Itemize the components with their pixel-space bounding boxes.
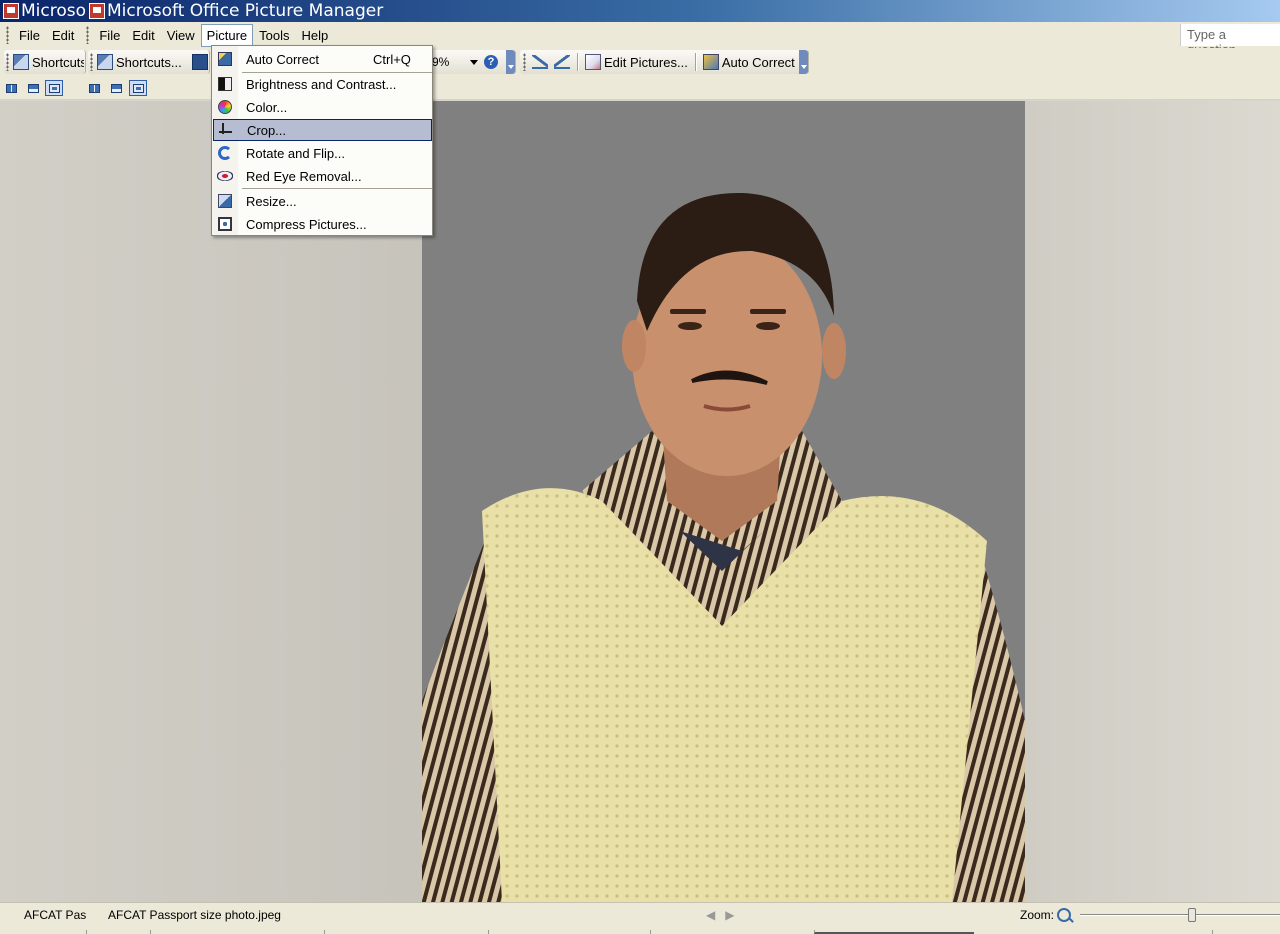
zoom-label: Zoom: xyxy=(1020,908,1055,922)
shortcuts-icon xyxy=(13,54,29,70)
picture-navigation: ◀▶ xyxy=(706,908,744,922)
shortcuts-label: Shortcuts xyxy=(32,54,84,70)
filmstrip-view-icon[interactable] xyxy=(24,80,42,96)
toolbar-grip[interactable] xyxy=(523,53,526,71)
title-bar: Microso Microsoft Office Picture Manager xyxy=(0,0,1280,22)
menubar-grip[interactable] xyxy=(86,26,90,44)
menu-item-label: Color... xyxy=(246,99,288,115)
menu-edit[interactable]: Edit xyxy=(46,24,80,47)
resize-icon xyxy=(218,194,232,208)
picture-manager-icon xyxy=(3,3,19,19)
toolbar-grip[interactable] xyxy=(6,53,9,71)
toolbar-grip[interactable] xyxy=(90,53,93,71)
rotate-left-icon[interactable] xyxy=(532,55,548,69)
menu-item-brightness-contrast[interactable]: Brightness and Contrast... xyxy=(213,73,432,95)
edit-pictures-label: Edit Pictures... xyxy=(604,54,688,70)
shortcuts-button[interactable]: Shortcuts... xyxy=(97,51,186,73)
menu-item-label: Auto Correct xyxy=(246,51,319,67)
toolbar-separator xyxy=(694,53,696,71)
menu-item-label: Compress Pictures... xyxy=(246,216,367,232)
menu-separator xyxy=(242,188,432,189)
edit-toolbar: Edit Pictures... Auto Correct xyxy=(520,50,809,74)
menu-item-label: Resize... xyxy=(246,193,297,209)
toolbar: Shortcuts Shortcuts... 9% ? Edit Picture… xyxy=(0,48,1280,76)
help-search-input[interactable]: Type a question xyxy=(1180,24,1280,57)
filmstrip-view-icon[interactable] xyxy=(107,80,125,96)
menu-picture[interactable]: Picture xyxy=(200,23,254,47)
menu-item-auto-correct[interactable]: Auto Correct Ctrl+Q xyxy=(213,48,432,70)
crop-icon xyxy=(219,123,233,137)
menu-file[interactable]: File xyxy=(93,24,126,47)
help-icon[interactable]: ? xyxy=(484,55,498,69)
menu-bar: File Edit File Edit View Picture Tools H… xyxy=(0,22,1280,57)
menu-item-label: Rotate and Flip... xyxy=(246,145,345,161)
photo-preview[interactable] xyxy=(422,101,1025,902)
color-icon xyxy=(218,100,232,114)
thumbnail-view-icon[interactable] xyxy=(85,80,103,96)
menu-item-rotate-flip[interactable]: Rotate and Flip... xyxy=(213,142,432,164)
edit-pictures-button[interactable]: Edit Pictures... xyxy=(581,51,692,73)
shortcuts-icon xyxy=(97,54,113,70)
zoom-dropdown-arrow[interactable] xyxy=(470,59,478,65)
menu-help[interactable]: Help xyxy=(296,24,335,47)
standard-toolbar: Shortcuts... xyxy=(88,50,210,74)
shortcuts-toolbar-a: Shortcuts xyxy=(4,50,86,74)
picture-canvas xyxy=(0,101,1280,902)
menu-item-label: Red Eye Removal... xyxy=(246,168,362,184)
shortcuts-button[interactable]: Shortcuts xyxy=(13,51,88,73)
menu-item-resize[interactable]: Resize... xyxy=(213,190,432,212)
menu-item-red-eye-removal[interactable]: Red Eye Removal... xyxy=(213,165,432,187)
toolbar-options-chevron[interactable] xyxy=(506,50,515,74)
view-mode-strip xyxy=(0,76,1280,100)
zoom-value[interactable]: 9% xyxy=(430,55,464,69)
shortcuts-label: Shortcuts... xyxy=(116,54,182,70)
menu-item-color[interactable]: Color... xyxy=(213,96,432,118)
auto-correct-button[interactable]: Auto Correct xyxy=(699,51,799,73)
zoom-slider-thumb[interactable] xyxy=(1188,908,1196,922)
toolbar-options-chevron[interactable] xyxy=(799,50,808,74)
next-picture-icon[interactable]: ▶ xyxy=(725,908,744,922)
menu-item-compress-pictures[interactable]: Compress Pictures... xyxy=(213,213,432,235)
portrait-photo xyxy=(422,101,1025,902)
brightness-icon xyxy=(218,77,232,91)
toolbar-separator xyxy=(577,53,578,71)
zoom-out-icon[interactable] xyxy=(1057,908,1071,922)
thumbnail-view-icon[interactable] xyxy=(2,80,20,96)
rotate-right-icon[interactable] xyxy=(554,55,570,69)
menubar-grip[interactable] xyxy=(6,26,9,44)
zoom-slider-track[interactable] xyxy=(1080,914,1280,916)
menu-edit[interactable]: Edit xyxy=(126,24,160,47)
status-bar: AFCAT Passport size photo.jpeg AFCAT Pas… xyxy=(0,902,1280,928)
menu-item-label: Brightness and Contrast... xyxy=(246,76,397,92)
auto-correct-icon xyxy=(702,54,719,70)
thumbnail-filename: AFCAT Passport size photo.jpeg xyxy=(24,908,86,922)
menu-tools[interactable]: Tools xyxy=(253,24,295,47)
menu-item-label: Crop... xyxy=(247,122,287,138)
previous-picture-icon[interactable]: ◀ xyxy=(706,908,725,922)
picture-menu-dropdown: Auto Correct Ctrl+Q Brightness and Contr… xyxy=(211,45,433,236)
save-icon[interactable] xyxy=(191,54,208,70)
menu-view[interactable]: View xyxy=(161,24,201,47)
menu-item-crop[interactable]: Crop... xyxy=(213,119,432,141)
window-title-truncated: Microso xyxy=(21,1,87,21)
single-picture-view-icon[interactable] xyxy=(129,80,147,96)
zoom-toolbar: 9% ? xyxy=(430,50,516,74)
edit-pictures-icon xyxy=(585,54,601,70)
menu-file[interactable]: File xyxy=(13,24,46,47)
taskbar-strip xyxy=(0,928,1280,934)
window-title: Microsoft Office Picture Manager xyxy=(107,1,384,21)
menu-item-shortcut: Ctrl+Q xyxy=(373,51,411,67)
picture-manager-icon xyxy=(89,3,106,19)
red-eye-icon xyxy=(217,171,233,181)
auto-correct-label: Auto Correct xyxy=(721,54,795,70)
current-filename: AFCAT Passport size photo.jpeg xyxy=(108,908,281,922)
auto-correct-icon xyxy=(218,52,232,66)
rotate-icon xyxy=(218,146,232,160)
compress-icon xyxy=(218,217,232,231)
single-picture-view-icon[interactable] xyxy=(45,80,63,96)
